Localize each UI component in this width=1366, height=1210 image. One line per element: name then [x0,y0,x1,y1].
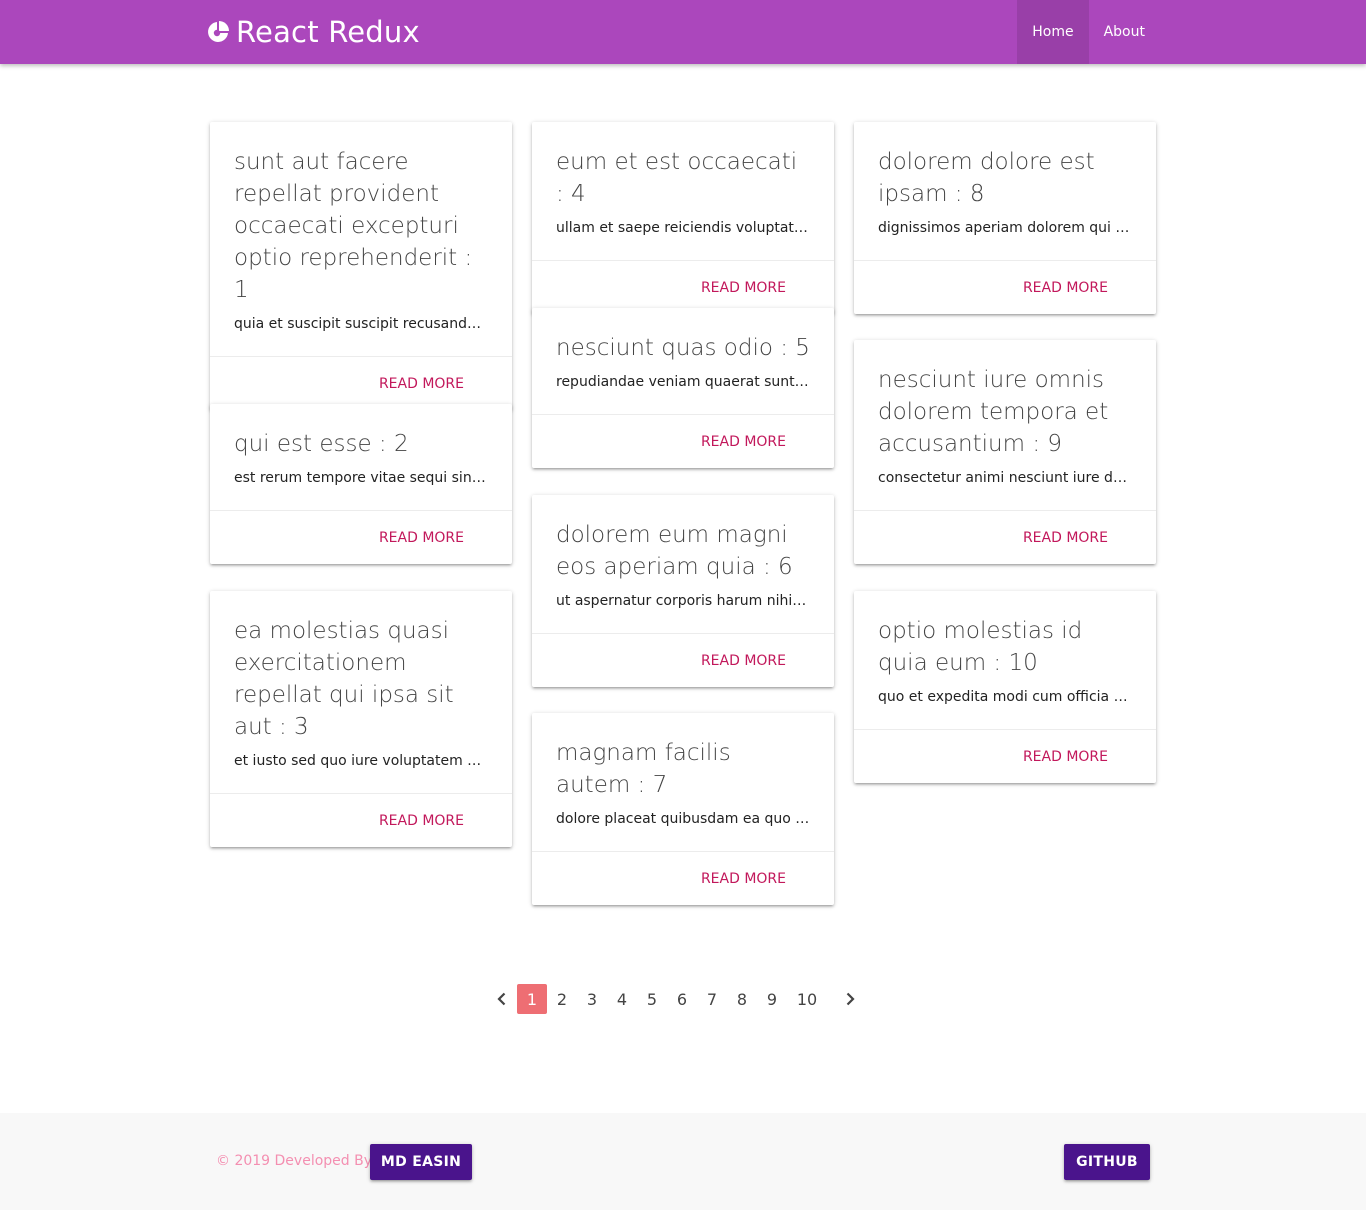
post-card-6: dolorem eum magni eos aperiam quia : 6 u… [532,495,834,687]
page-link-6[interactable]: 6 [667,984,697,1014]
post-card-1: sunt aut facere repellat provident occae… [210,122,512,410]
post-card-4: eum et est occaecati : 4 ullam et saepe … [532,122,834,314]
card-action: READ MORE [532,260,834,314]
top-navbar: React Redux Home About [0,0,1366,64]
post-title: eum et est occaecati : 4 [556,149,798,207]
pie-chart-icon [207,21,229,43]
post-card-10: optio molestias id quia eum : 10 quo et … [854,591,1156,783]
post-excerpt: est rerum tempore vitae sequi sint nihil… [234,470,488,486]
page-link-9[interactable]: 9 [757,984,787,1014]
chevron-left-icon[interactable] [487,984,517,1014]
page-link-8[interactable]: 8 [727,984,757,1014]
post-card-2: qui est esse : 2 est rerum tempore vitae… [210,404,512,564]
read-more-link[interactable]: READ MORE [1023,749,1108,765]
post-title: nesciunt iure omnis dolorem tempora et a… [878,367,1109,457]
chevron-right-icon[interactable] [835,984,865,1014]
post-title: qui est esse : 2 [234,431,409,457]
card-content: magnam facilis autem : 7 dolore placeat … [532,713,834,851]
page-footer [0,1113,1366,1210]
post-card-3: ea molestias quasi exercitationem repell… [210,591,512,847]
read-more-link[interactable]: READ MORE [701,653,786,669]
card-content: eum et est occaecati : 4 ullam et saepe … [532,122,834,260]
brand-title: React Redux [236,15,420,49]
post-excerpt: quo et expedita modi cum officia vel mag… [878,689,1132,705]
post-title: dolorem eum magni eos aperiam quia : 6 [556,522,793,580]
card-action: READ MORE [854,510,1156,564]
brand-logo-link[interactable]: React Redux [207,14,420,50]
github-button[interactable]: GITHUB [1064,1144,1150,1180]
post-excerpt: ullam et saepe reiciendis voluptatem adi… [556,220,810,236]
card-action: READ MORE [210,356,512,410]
post-title: ea molestias quasi exercitationem repell… [234,618,454,740]
post-card-8: dolorem dolore est ipsam : 8 dignissimos… [854,122,1156,314]
author-button[interactable]: MD EASIN [370,1144,472,1180]
card-action: READ MORE [854,260,1156,314]
card-content: dolorem dolore est ipsam : 8 dignissimos… [854,122,1156,260]
card-content: qui est esse : 2 est rerum tempore vitae… [210,404,512,510]
card-content: nesciunt iure omnis dolorem tempora et a… [854,340,1156,510]
post-excerpt: quia et suscipit suscipit recusandae con… [234,316,488,332]
post-card-7: magnam facilis autem : 7 dolore placeat … [532,713,834,905]
page-link-2[interactable]: 2 [547,984,577,1014]
card-content: optio molestias id quia eum : 10 quo et … [854,591,1156,729]
nav-link-about[interactable]: About [1089,0,1160,64]
post-card-9: nesciunt iure omnis dolorem tempora et a… [854,340,1156,564]
read-more-link[interactable]: READ MORE [701,434,786,450]
post-title: optio molestias id quia eum : 10 [878,618,1083,676]
read-more-link[interactable]: READ MORE [1023,530,1108,546]
post-title: nesciunt quas odio : 5 [556,335,810,361]
card-action: READ MORE [210,510,512,564]
card-content: ea molestias quasi exercitationem repell… [210,591,512,793]
nav-links: Home About [1017,0,1160,64]
read-more-link[interactable]: READ MORE [379,530,464,546]
nav-link-home[interactable]: Home [1017,0,1089,64]
card-action: READ MORE [532,414,834,468]
page-link-10[interactable]: 10 [787,984,827,1014]
copyright-text: © 2019 Developed By [216,1153,373,1169]
post-card-5: nesciunt quas odio : 5 repudiandae venia… [532,308,834,468]
card-content: sunt aut facere repellat provident occae… [210,122,512,356]
post-title: sunt aut facere repellat provident occae… [234,149,473,303]
read-more-link[interactable]: READ MORE [379,376,464,392]
card-action: READ MORE [532,633,834,687]
post-excerpt: ut aspernatur corporis harum nihil quis … [556,593,810,609]
page-link-7[interactable]: 7 [697,984,727,1014]
page-link-3[interactable]: 3 [577,984,607,1014]
card-action: READ MORE [532,851,834,905]
post-excerpt: dignissimos aperiam dolorem qui eum faci… [878,220,1132,236]
page-link-5[interactable]: 5 [637,984,667,1014]
post-excerpt: dolore placeat quibusdam ea quo vitae ma… [556,811,810,827]
pagination: 1 2 3 4 5 6 7 8 9 10 [487,984,865,1014]
read-more-link[interactable]: READ MORE [701,871,786,887]
post-excerpt: consectetur animi nesciunt iure dolore e… [878,470,1132,486]
read-more-link[interactable]: READ MORE [1023,280,1108,296]
card-action: READ MORE [854,729,1156,783]
read-more-link[interactable]: READ MORE [701,280,786,296]
read-more-link[interactable]: READ MORE [379,813,464,829]
card-content: dolorem eum magni eos aperiam quia : 6 u… [532,495,834,633]
post-title: magnam facilis autem : 7 [556,740,731,798]
post-title: dolorem dolore est ipsam : 8 [878,149,1095,207]
post-excerpt: et iusto sed quo iure voluptatem occaeca… [234,753,488,769]
page-link-4[interactable]: 4 [607,984,637,1014]
post-excerpt: repudiandae veniam quaerat sunt sed alia… [556,374,810,390]
card-action: READ MORE [210,793,512,847]
page-link-1[interactable]: 1 [517,984,547,1014]
card-content: nesciunt quas odio : 5 repudiandae venia… [532,308,834,414]
